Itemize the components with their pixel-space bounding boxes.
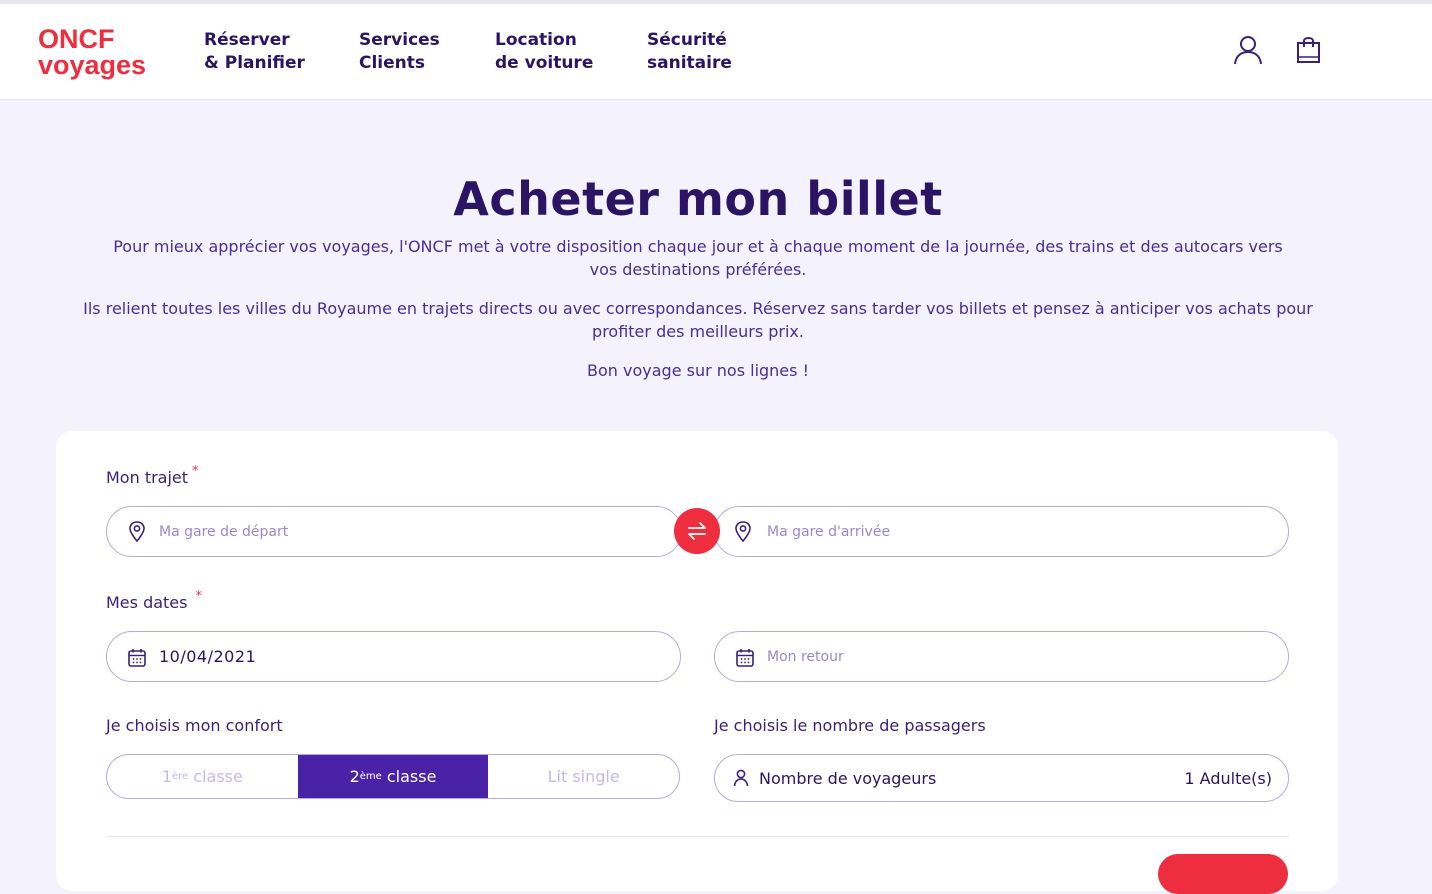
- nav-label-line2: de voiture: [495, 53, 594, 73]
- class-text: Lit single: [547, 767, 620, 786]
- location-pin-icon: [735, 521, 751, 542]
- nav-label-line1: Sécurité: [647, 30, 727, 50]
- nav-reserver[interactable]: Réserver & Planifier: [204, 29, 305, 75]
- intro-paragraph-1: Pour mieux apprécier vos voyages, l'ONCF…: [113, 237, 1283, 279]
- passagers-label: Je choisis le nombre de passagers: [714, 716, 986, 735]
- search-submit-button[interactable]: [1158, 854, 1288, 894]
- person-icon: [733, 769, 749, 787]
- trajet-label-text: Mon trajet: [106, 468, 189, 487]
- departure-date-input[interactable]: 10/04/2021: [106, 631, 681, 682]
- arrival-placeholder: Ma gare d'arrivée: [767, 523, 891, 540]
- departure-station-input[interactable]: Ma gare de départ: [106, 506, 682, 557]
- class-num: 2: [349, 767, 360, 786]
- passengers-field-label: Nombre de voyageurs: [759, 769, 937, 788]
- nav-label-line1: Location: [495, 30, 577, 50]
- class-option-lit-single[interactable]: Lit single: [488, 755, 679, 798]
- departure-placeholder: Ma gare de départ: [159, 523, 289, 540]
- intro-paragraph-2: Ils relient toutes les villes du Royaume…: [83, 299, 1313, 341]
- nav-location-voiture[interactable]: Location de voiture: [495, 29, 593, 75]
- intro-paragraph-3: Bon voyage sur nos lignes !: [587, 361, 809, 380]
- calendar-icon: [128, 649, 146, 667]
- user-icon[interactable]: [1232, 34, 1264, 66]
- required-mark: *: [195, 589, 202, 604]
- passengers-selector[interactable]: Nombre de voyageurs 1 Adulte(s): [714, 754, 1289, 802]
- dates-label-text: Mes dates: [106, 593, 188, 612]
- nav-label-line1: Réserver: [204, 30, 290, 50]
- logo-text-voyages: voyages: [38, 50, 146, 80]
- nav-services-clients[interactable]: Services Clients: [359, 29, 440, 75]
- return-date-placeholder: Mon retour: [767, 648, 844, 665]
- class-num: 1: [161, 767, 172, 786]
- page-title: Acheter mon billet: [453, 172, 943, 226]
- nav-securite-sanitaire[interactable]: Sécurité sanitaire: [647, 29, 732, 75]
- departure-date-value: 10/04/2021: [159, 647, 257, 666]
- site-header: ONCF voyages Réserver & Planifier Servic…: [0, 4, 1432, 100]
- confort-label: Je choisis mon confort: [106, 716, 283, 735]
- class-sup: ème: [359, 771, 382, 782]
- shopping-bag-icon[interactable]: [1293, 34, 1325, 66]
- location-pin-icon: [129, 521, 145, 542]
- oncf-voyages-logo[interactable]: ONCF voyages: [38, 22, 168, 82]
- nav-label-line2: & Planifier: [204, 53, 305, 73]
- class-sup: ère: [172, 771, 189, 782]
- form-divider: [106, 836, 1289, 837]
- class-text: classe: [188, 767, 243, 786]
- nav-label-line1: Services: [359, 30, 440, 50]
- calendar-icon: [736, 649, 754, 667]
- class-option-first[interactable]: 1 ère classe: [107, 755, 298, 798]
- class-text: classe: [381, 767, 437, 786]
- required-mark: *: [192, 464, 199, 479]
- trajet-label: Mon trajet *: [106, 464, 199, 487]
- dates-label: Mes dates *: [106, 589, 202, 612]
- swap-arrows-icon: [688, 522, 706, 540]
- class-option-second[interactable]: 2 ème classe: [297, 755, 489, 798]
- nav-label-line2: sanitaire: [647, 53, 732, 73]
- arrival-station-input[interactable]: Ma gare d'arrivée: [714, 506, 1289, 557]
- return-date-input[interactable]: Mon retour: [714, 631, 1289, 682]
- passengers-count: 1 Adulte(s): [1184, 769, 1272, 788]
- comfort-class-selector: 1 ère classe 2 ème classe Lit single: [106, 754, 680, 799]
- swap-stations-button[interactable]: [674, 508, 720, 554]
- nav-label-line2: Clients: [359, 53, 426, 73]
